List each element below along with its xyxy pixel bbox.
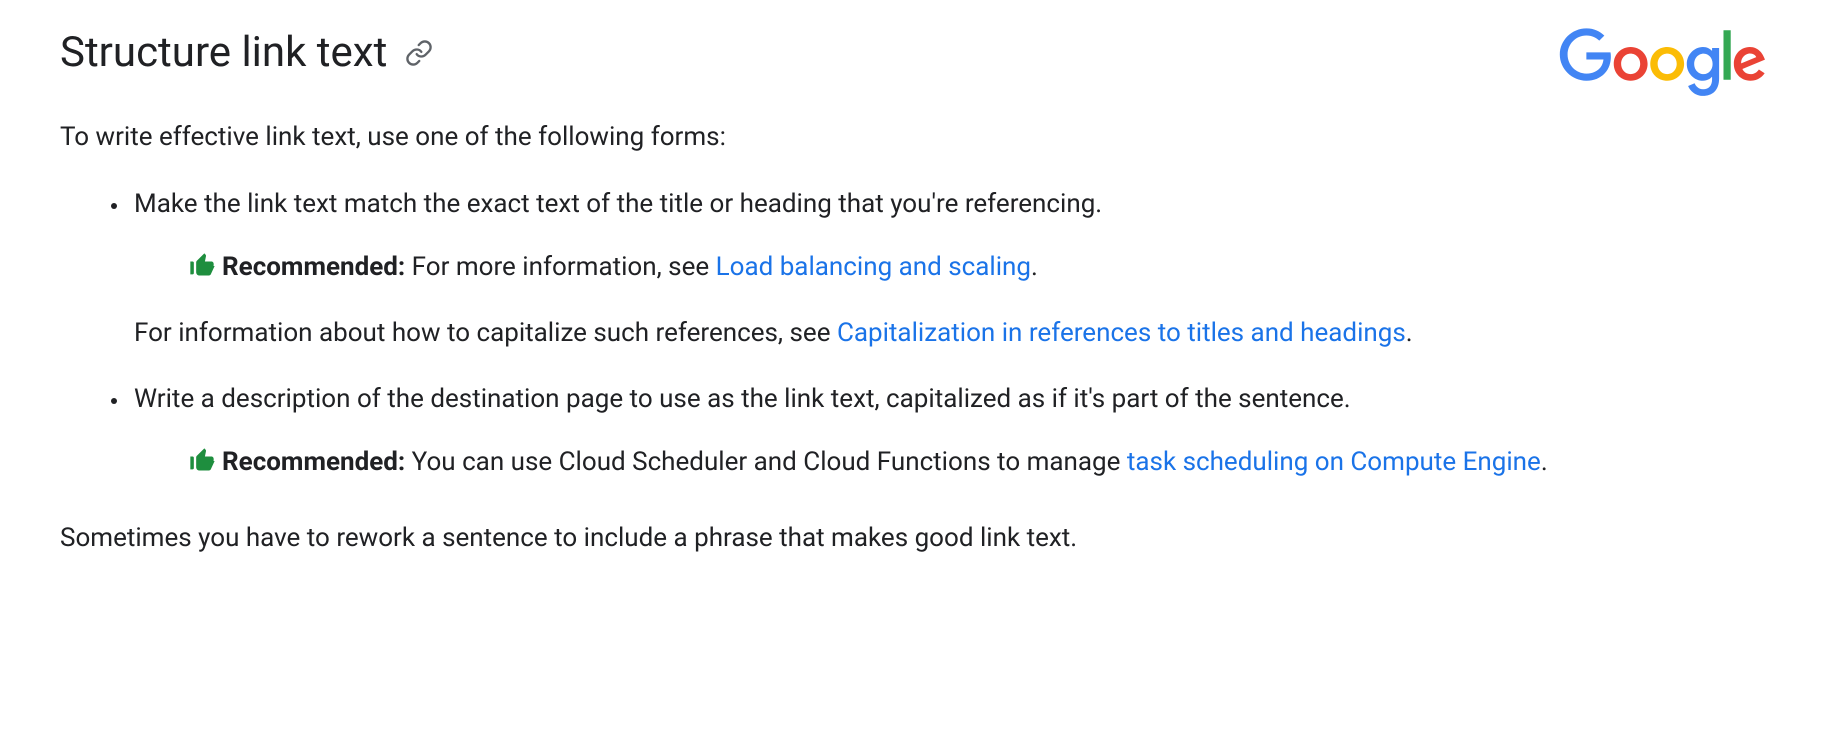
recommended-label: Recommended: <box>222 447 405 477</box>
callout-text-before: You can use Cloud Scheduler and Cloud Fu… <box>405 447 1127 477</box>
callout-text-after: . <box>1541 447 1548 477</box>
callout-text-before: For more information, see <box>405 252 715 282</box>
link-task-scheduling[interactable]: task scheduling on Compute Engine <box>1127 447 1541 477</box>
followup-before: For information about how to capitalize … <box>134 318 837 348</box>
heading-text: Structure link text <box>60 28 387 77</box>
anchor-link-icon[interactable] <box>405 39 433 67</box>
thumbs-up-icon <box>188 446 216 486</box>
intro-paragraph: To write effective link text, use one of… <box>60 119 1768 157</box>
google-logo <box>1558 28 1768 102</box>
list-item-text: Make the link text match the exact text … <box>134 189 1102 219</box>
thumbs-up-icon <box>188 251 216 291</box>
callout-text-after: . <box>1031 252 1038 282</box>
forms-list: Make the link text match the exact text … <box>60 185 1768 487</box>
recommended-label: Recommended: <box>222 252 405 282</box>
link-load-balancing[interactable]: Load balancing and scaling <box>716 252 1031 282</box>
followup-paragraph: For information about how to capitalize … <box>134 315 1768 353</box>
list-item: Make the link text match the exact text … <box>130 185 1768 353</box>
google-logo-svg <box>1558 28 1768 98</box>
recommended-callout: Recommended: You can use Cloud Scheduler… <box>188 443 1768 486</box>
list-item-text: Write a description of the destination p… <box>134 384 1351 414</box>
recommended-callout: Recommended: For more information, see L… <box>188 248 1768 291</box>
followup-after: . <box>1406 318 1413 348</box>
list-item: Write a description of the destination p… <box>130 380 1768 486</box>
outro-paragraph: Sometimes you have to rework a sentence … <box>60 520 1768 558</box>
link-capitalization-references[interactable]: Capitalization in references to titles a… <box>837 318 1406 348</box>
section-heading: Structure link text <box>60 28 1768 77</box>
page: Structure link text To write effective l… <box>0 0 1828 738</box>
